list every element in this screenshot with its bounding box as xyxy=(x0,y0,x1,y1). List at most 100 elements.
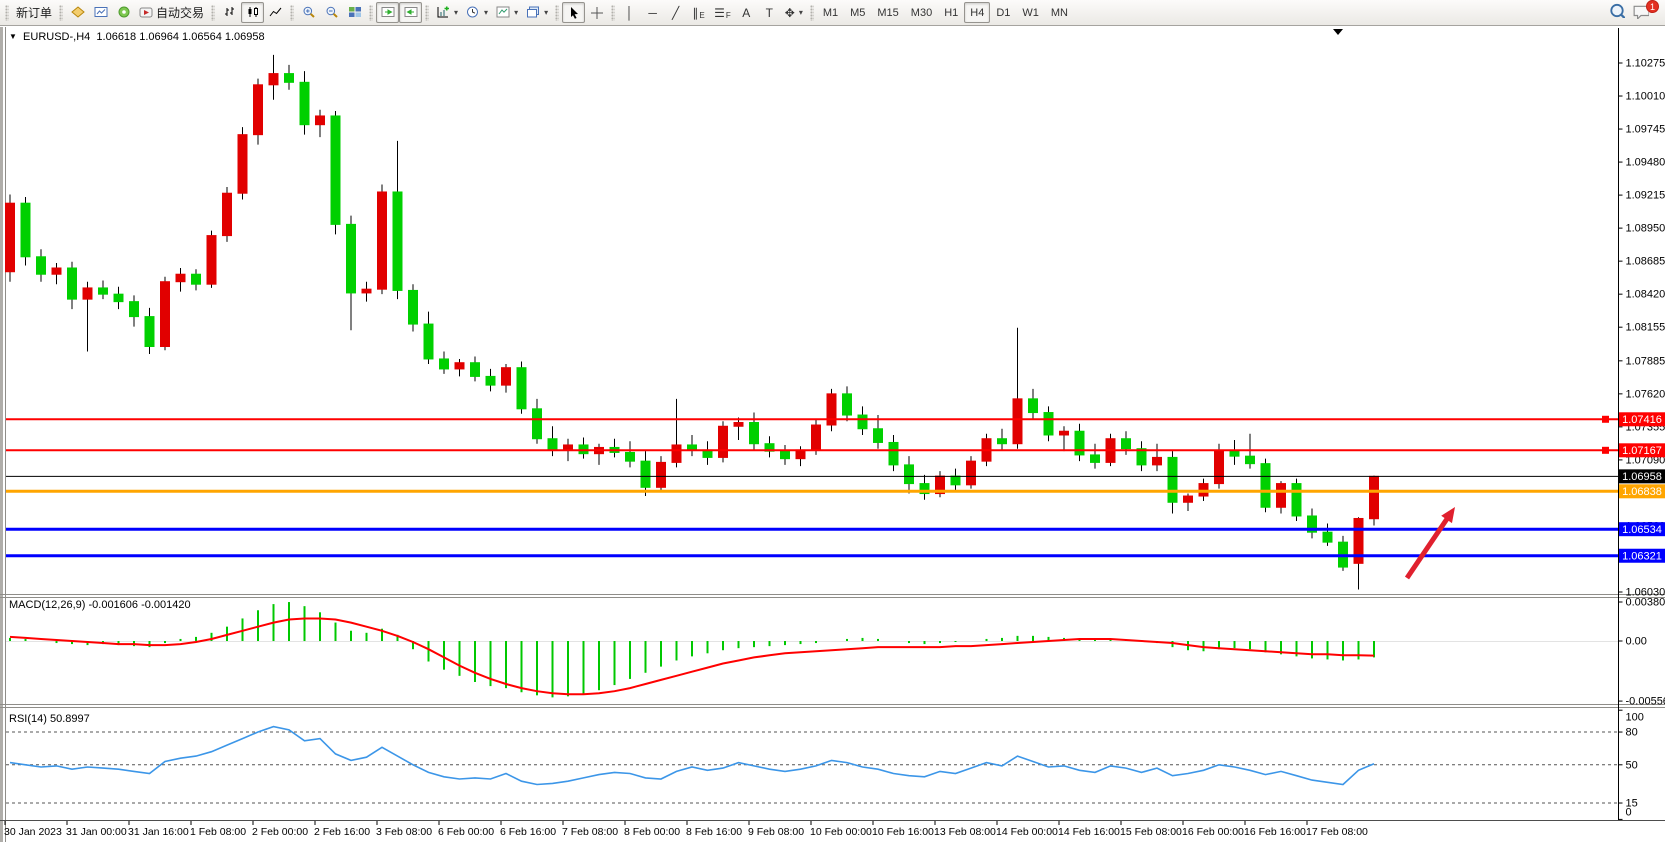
dropdown-caret-icon[interactable]: ▾ xyxy=(454,8,458,17)
dropdown-caret-icon[interactable]: ▾ xyxy=(514,8,518,17)
tiles-icon xyxy=(348,6,362,19)
crosshair-button[interactable] xyxy=(585,2,608,23)
time-axis-label: 3 Feb 08:00 xyxy=(376,826,432,838)
dropdown-caret-icon[interactable]: ▾ xyxy=(799,8,803,17)
price-badge-label: 1.06534 xyxy=(1622,524,1662,536)
candlestick xyxy=(1013,399,1022,444)
price-tick-label: 1.09480 xyxy=(1626,157,1665,169)
equidistant-channel-tool-button[interactable]: ∥E xyxy=(687,2,710,23)
candlestick xyxy=(719,426,728,457)
chart-shift-marker[interactable] xyxy=(1333,29,1343,35)
candlestick xyxy=(734,423,743,427)
signals-button[interactable] xyxy=(112,2,135,23)
candlestick xyxy=(1168,457,1177,502)
candle-type-icon xyxy=(246,6,260,19)
line-handle[interactable] xyxy=(1602,416,1609,423)
price-tick-label: 1.08950 xyxy=(1626,223,1665,235)
candlestick xyxy=(1215,451,1224,483)
candlestick xyxy=(827,394,836,425)
time-axis-label: 2 Feb 00:00 xyxy=(252,826,308,838)
timeframe-m1-button[interactable]: M1 xyxy=(817,2,844,23)
candlestick xyxy=(626,452,635,461)
timeframe-h4-button[interactable]: H4 xyxy=(964,2,990,23)
rsi-scale-label: 50 xyxy=(1626,759,1638,771)
candlestick xyxy=(1292,484,1301,516)
candlestick xyxy=(1044,413,1053,435)
price-tick-label: 1.09215 xyxy=(1626,190,1665,202)
timeframe-h1-button[interactable]: H1 xyxy=(938,2,964,23)
candlestick xyxy=(486,376,495,385)
auto-trading-button[interactable]: 自动交易 xyxy=(135,2,208,23)
templates-button[interactable]: ▾ xyxy=(492,2,522,23)
cursor-button[interactable] xyxy=(562,2,585,23)
candlestick xyxy=(951,476,960,485)
notifications-button[interactable]: 1 xyxy=(1633,4,1653,22)
timeframe-m15-button[interactable]: M15 xyxy=(871,2,904,23)
notification-badge: 1 xyxy=(1646,0,1659,13)
time-axis-label: 17 Feb 08:00 xyxy=(1306,826,1368,838)
chart-title[interactable]: ▼ EURUSD-,H4 1.06618 1.06964 1.06564 1.0… xyxy=(9,31,265,43)
horizontal-line-tool-button[interactable]: ─ xyxy=(641,2,664,23)
chart-ohlc-values: 1.06618 1.06964 1.06564 1.06958 xyxy=(96,31,264,43)
timeframe-mn-button[interactable]: MN xyxy=(1045,2,1074,23)
dropdown-caret-icon[interactable]: ▾ xyxy=(484,8,488,17)
zoom-out-button[interactable] xyxy=(320,2,343,23)
timeframe-w1-button[interactable]: W1 xyxy=(1016,2,1045,23)
candlestick xyxy=(812,425,821,450)
timeframe-d1-button[interactable]: D1 xyxy=(990,2,1016,23)
candlestick xyxy=(52,268,61,274)
toolbar-grip xyxy=(555,5,559,21)
candlestick xyxy=(750,423,759,444)
chart-canvas[interactable]: 1.102751.100101.097451.094801.092151.089… xyxy=(0,0,1665,842)
indicators-button[interactable]: ▾ xyxy=(432,2,462,23)
macd-scale-label: 0.00 xyxy=(1626,636,1647,648)
candlestick xyxy=(1184,496,1193,502)
new-order-button[interactable]: 新订单 xyxy=(12,2,56,23)
profiles-button[interactable]: ▾ xyxy=(522,2,552,23)
vertical-line-tool-button[interactable]: │ xyxy=(618,2,641,23)
fibonacci-tool-button[interactable]: ☰F xyxy=(710,2,735,23)
trendline-tool-button[interactable]: ╱ xyxy=(664,2,687,23)
profiles-icon xyxy=(526,6,540,19)
candlestick xyxy=(548,439,557,450)
rsi-scale-label: 80 xyxy=(1626,727,1638,739)
dropdown-caret-icon[interactable]: ▾ xyxy=(544,8,548,17)
timeframe-m5-button[interactable]: M5 xyxy=(844,2,871,23)
market-watch-button[interactable] xyxy=(89,2,112,23)
rsi-scale-label: 100 xyxy=(1626,712,1644,724)
periods-button[interactable]: ▾ xyxy=(462,2,492,23)
trend-arrow-annotation[interactable] xyxy=(1407,516,1449,578)
time-axis-label: 16 Feb 16:00 xyxy=(1244,826,1306,838)
time-axis-label: 31 Jan 00:00 xyxy=(66,826,127,838)
chart-shift-button[interactable] xyxy=(399,2,422,23)
line-handle[interactable] xyxy=(1602,447,1609,454)
label-tool-button[interactable]: T xyxy=(758,2,781,23)
search-button[interactable] xyxy=(1609,3,1625,23)
candlestick xyxy=(1153,457,1162,464)
time-axis-label: 16 Feb 00:00 xyxy=(1182,826,1244,838)
arrows-tool-button[interactable]: ✥▾ xyxy=(781,2,807,23)
candlestick xyxy=(1091,455,1100,462)
macd-signal-line xyxy=(10,619,1374,695)
candlestick xyxy=(331,116,340,224)
zoom-in-button[interactable] xyxy=(297,2,320,23)
time-axis-label: 6 Feb 16:00 xyxy=(500,826,556,838)
line-chart-type-button[interactable] xyxy=(264,2,287,23)
candlestick xyxy=(998,439,1007,444)
text-tool-button[interactable]: A xyxy=(735,2,758,23)
bar-chart-type-button[interactable] xyxy=(218,2,241,23)
candlestick-type-button[interactable] xyxy=(241,2,264,23)
tile-windows-button[interactable] xyxy=(343,2,366,23)
candlestick xyxy=(1122,439,1131,449)
toolbar-grip xyxy=(59,5,63,21)
macd-values: -0.001606 -0.001420 xyxy=(88,599,190,611)
macd-scale-label: 0.003805 xyxy=(1626,597,1665,609)
order-ticket-button[interactable] xyxy=(66,2,89,23)
candlestick xyxy=(285,74,294,83)
timeframe-m30-button[interactable]: M30 xyxy=(905,2,938,23)
auto-scroll-button[interactable] xyxy=(376,2,399,23)
time-axis-label: 6 Feb 00:00 xyxy=(438,826,494,838)
time-axis-label: 14 Feb 00:00 xyxy=(996,826,1058,838)
chart-menu-icon[interactable]: ▼ xyxy=(9,32,17,41)
candlestick xyxy=(347,224,356,293)
